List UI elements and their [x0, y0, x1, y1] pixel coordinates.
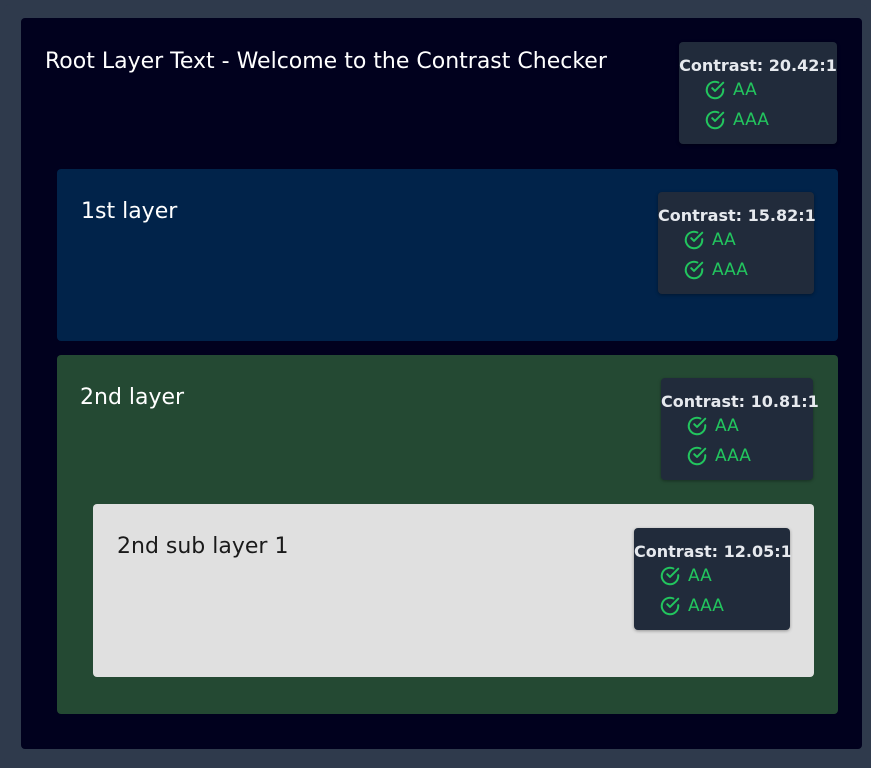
aa-result: AA: [686, 414, 739, 438]
check-circle-icon: [705, 80, 725, 100]
aaa-result: AAA: [686, 444, 751, 468]
aaa-result: AAA: [704, 108, 769, 132]
check-circle-icon: [684, 230, 704, 250]
second-sub-layer-1-contrast-badge: Contrast: 12.05:1 AA AAA: [634, 528, 792, 630]
first-layer: 1st layer Contrast: 15.82:1 AA AAA: [57, 169, 838, 341]
aaa-label: AAA: [712, 260, 748, 280]
check-circle-icon: [687, 416, 707, 436]
aa-label: AA: [715, 416, 739, 436]
second-layer-text: 2nd layer: [80, 385, 185, 410]
root-layer-text: Root Layer Text - Welcome to the Contras…: [45, 49, 607, 74]
check-circle-icon: [684, 260, 704, 280]
app-frame: Root Layer Text - Welcome to the Contras…: [4, 4, 867, 764]
first-layer-contrast-badge: Contrast: 15.82:1 AA AAA: [658, 192, 816, 294]
contrast-ratio: Contrast: 12.05:1: [634, 542, 792, 561]
aaa-label: AAA: [715, 446, 751, 466]
check-circle-icon: [687, 446, 707, 466]
aaa-result: AAA: [683, 258, 748, 282]
contrast-ratio: Contrast: 10.81:1: [661, 392, 819, 411]
aa-result: AA: [659, 564, 712, 588]
aaa-result: AAA: [659, 594, 724, 618]
aaa-label: AAA: [688, 596, 724, 616]
second-sub-layer-1-text: 2nd sub layer 1: [117, 534, 289, 559]
first-layer-text: 1st layer: [81, 199, 178, 224]
aa-label: AA: [688, 566, 712, 586]
check-circle-icon: [660, 566, 680, 586]
contrast-ratio: Contrast: 15.82:1: [658, 206, 816, 225]
check-circle-icon: [660, 596, 680, 616]
second-sub-layer-1: 2nd sub layer 1 Contrast: 12.05:1 AA AAA: [93, 504, 814, 677]
second-layer-contrast-badge: Contrast: 10.81:1 AA AAA: [661, 378, 819, 480]
contrast-ratio: Contrast: 20.42:1: [679, 56, 837, 75]
second-layer: 2nd layer Contrast: 10.81:1 AA AAA 2nd s…: [57, 355, 838, 714]
aa-result: AA: [683, 228, 736, 252]
check-circle-icon: [705, 110, 725, 130]
aa-label: AA: [733, 80, 757, 100]
aa-label: AA: [712, 230, 736, 250]
root-contrast-badge: Contrast: 20.42:1 AA AAA: [679, 42, 837, 144]
aa-result: AA: [704, 78, 757, 102]
aaa-label: AAA: [733, 110, 769, 130]
